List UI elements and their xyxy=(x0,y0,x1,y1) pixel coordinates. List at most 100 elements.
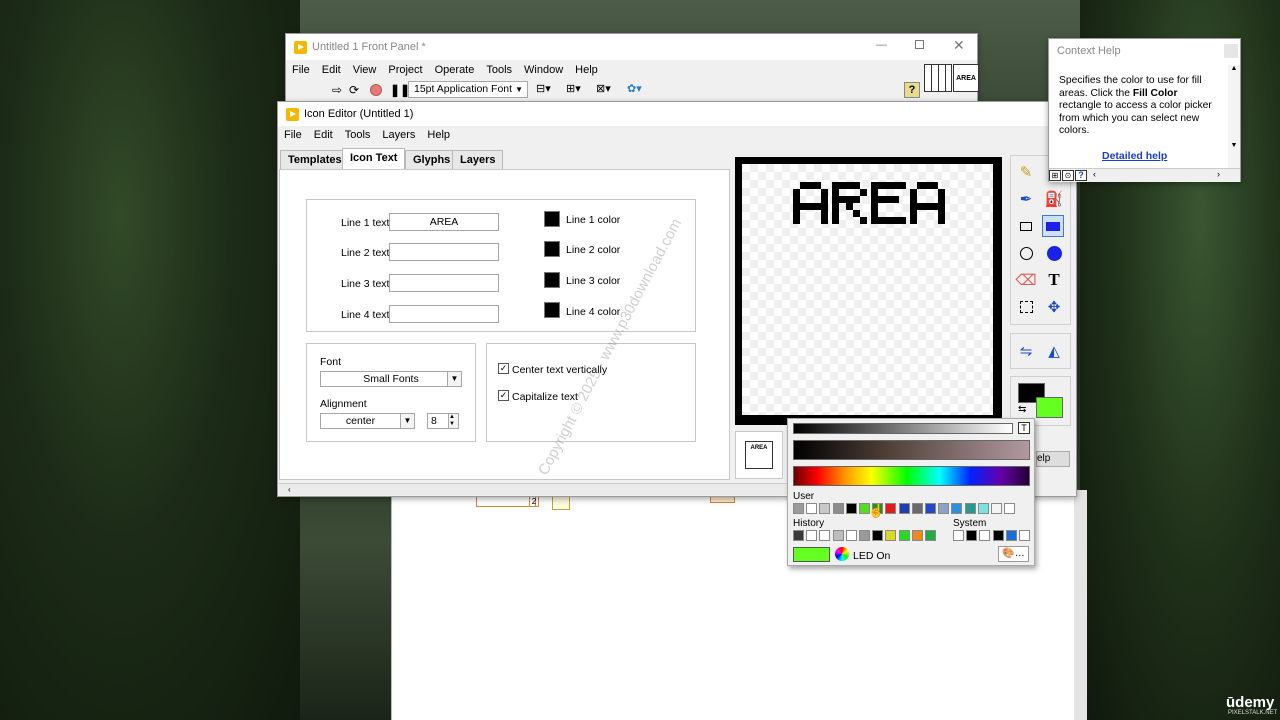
connector-pane-icon[interactable] xyxy=(924,64,952,92)
context-help-titlebar[interactable]: Context Help xyxy=(1049,39,1240,63)
line3-color-swatch[interactable] xyxy=(544,272,560,288)
menu-operate[interactable]: Operate xyxy=(435,64,475,76)
menu-window[interactable]: Window xyxy=(524,64,563,76)
stepper-arrows-icon[interactable]: ▲ ▼ xyxy=(448,414,458,428)
system-color-swatch[interactable] xyxy=(966,530,978,541)
user-color-swatch[interactable] xyxy=(991,503,1002,514)
user-color-swatch[interactable] xyxy=(898,503,910,514)
numeric-constant[interactable]: 2 xyxy=(529,496,539,507)
multiply-node[interactable] xyxy=(552,496,570,510)
color-picker-popup[interactable]: T User History System LED On 🎨… xyxy=(787,418,1035,566)
front-panel-titlebar[interactable]: Untitled 1 Front Panel * — ✕ xyxy=(286,34,977,60)
tab-templates[interactable]: Templates xyxy=(280,150,350,170)
menu-layers[interactable]: Layers xyxy=(382,129,415,141)
reorder-icon[interactable]: ✿▾ xyxy=(627,82,642,95)
filled-ellipse-icon[interactable] xyxy=(1043,242,1065,264)
minimize-icon[interactable]: — xyxy=(876,39,887,51)
color-wheel-icon[interactable] xyxy=(835,547,849,561)
user-color-swatch[interactable] xyxy=(793,503,804,514)
hue-ramp[interactable] xyxy=(793,466,1030,486)
line4-text-input[interactable] xyxy=(389,305,499,323)
icon-editor-titlebar[interactable]: Icon Editor (Untitled 1) xyxy=(278,102,1076,126)
line1-color-swatch[interactable] xyxy=(544,211,560,227)
user-color-swatch[interactable] xyxy=(885,503,897,514)
user-color-swatch[interactable] xyxy=(925,503,936,514)
context-help-button-icon[interactable]: ? xyxy=(904,82,920,98)
text-tool-icon[interactable]: T xyxy=(1043,269,1065,291)
history-color-swatch[interactable] xyxy=(832,530,844,541)
tab-glyphs[interactable]: Glyphs xyxy=(405,150,459,170)
system-color-swatch[interactable] xyxy=(1005,530,1017,541)
user-color-swatch[interactable] xyxy=(964,503,976,514)
history-color-swatch[interactable] xyxy=(911,530,923,541)
system-color-swatch[interactable] xyxy=(992,530,1004,541)
menu-tools[interactable]: Tools xyxy=(345,129,371,141)
lock-icon[interactable]: ⊞ xyxy=(1049,170,1061,181)
editor-hscrollbar[interactable]: ‹ xyxy=(279,483,789,495)
history-color-swatch[interactable] xyxy=(898,530,910,541)
swap-colors-icon[interactable]: ⇆ xyxy=(1018,404,1026,415)
user-color-swatch[interactable] xyxy=(845,503,857,514)
line4-color-swatch[interactable] xyxy=(544,302,560,318)
menu-help[interactable]: Help xyxy=(575,64,598,76)
font-dropdown[interactable]: Small Fonts ▼ xyxy=(320,371,462,387)
transparent-icon[interactable]: T xyxy=(1018,422,1030,434)
history-color-swatch[interactable] xyxy=(885,530,897,541)
pencil-icon[interactable]: ✎ xyxy=(1015,161,1037,183)
history-color-swatch[interactable] xyxy=(819,530,831,541)
more-colors-icon[interactable]: 🎨… xyxy=(998,546,1029,562)
flip-horizontal-icon[interactable]: ⇋ xyxy=(1015,340,1037,362)
ellipse-icon[interactable] xyxy=(1015,242,1037,264)
context-help-vscrollbar[interactable]: ▲ ▼ xyxy=(1228,65,1240,169)
menu-project[interactable]: Project xyxy=(388,64,422,76)
front-panel-window[interactable]: Untitled 1 Front Panel * — ✕ File Edit V… xyxy=(285,33,979,103)
tab-layers[interactable]: Layers xyxy=(452,150,504,170)
user-color-swatch[interactable] xyxy=(977,503,989,514)
menu-edit[interactable]: Edit xyxy=(322,64,341,76)
line2-color-swatch[interactable] xyxy=(544,241,560,257)
font-size-stepper[interactable]: 8 ▲ ▼ xyxy=(427,413,459,429)
user-color-swatch[interactable] xyxy=(1004,503,1016,514)
capitalize-checkbox[interactable]: ✓ xyxy=(498,390,509,401)
help-question-icon[interactable]: ? xyxy=(1075,170,1087,181)
move-icon[interactable]: ✥ xyxy=(1043,296,1065,318)
system-color-swatch[interactable] xyxy=(979,530,991,541)
center-vertically-checkbox[interactable]: ✓ xyxy=(498,363,509,374)
rectangle-icon[interactable] xyxy=(1015,215,1037,237)
vi-icon-preview[interactable]: AREA xyxy=(953,64,979,92)
scroll-left-icon[interactable]: ‹ xyxy=(1093,169,1096,179)
history-color-swatch[interactable] xyxy=(872,530,884,541)
run-arrow-icon[interactable]: ⇨ xyxy=(332,83,342,97)
user-color-swatch[interactable] xyxy=(806,503,818,514)
history-color-swatch[interactable] xyxy=(925,530,936,541)
shade-ramp[interactable] xyxy=(793,440,1030,460)
distribute-objects-icon[interactable]: ⊞▾ xyxy=(566,82,581,95)
history-color-swatch[interactable] xyxy=(845,530,857,541)
block-diagram-scrollbar[interactable] xyxy=(1074,490,1087,720)
rotate-icon[interactable]: ◭ xyxy=(1043,340,1065,362)
line3-text-input[interactable] xyxy=(389,274,499,292)
scroll-right-icon[interactable]: › xyxy=(1217,169,1220,179)
menu-help[interactable]: Help xyxy=(427,129,450,141)
fill-bucket-icon[interactable]: ⛽ xyxy=(1043,188,1065,210)
detailed-help-link[interactable]: Detailed help xyxy=(1102,150,1167,162)
close-icon[interactable]: ✕ xyxy=(953,37,965,54)
user-color-swatch[interactable] xyxy=(819,503,831,514)
filled-rectangle-icon[interactable] xyxy=(1042,215,1064,237)
alignment-dropdown[interactable]: center ▼ xyxy=(320,413,415,429)
user-color-swatch[interactable] xyxy=(832,503,844,514)
history-color-swatch[interactable] xyxy=(859,530,870,541)
menu-file[interactable]: File xyxy=(284,129,302,141)
resize-objects-icon[interactable]: ⊠▾ xyxy=(596,82,611,95)
line2-text-input[interactable] xyxy=(389,243,499,261)
run-continuously-icon[interactable]: ⟳ xyxy=(349,83,359,97)
eyedropper-icon[interactable]: ✒ xyxy=(1015,188,1037,210)
user-color-swatch[interactable] xyxy=(951,503,963,514)
history-color-swatch[interactable] xyxy=(793,530,804,541)
menu-file[interactable]: File xyxy=(292,64,310,76)
line1-text-input[interactable]: AREA xyxy=(389,213,499,231)
system-color-swatch[interactable] xyxy=(1019,530,1030,541)
user-color-swatch[interactable] xyxy=(938,503,950,514)
close-icon[interactable] xyxy=(1224,44,1238,58)
fill-color-swatch[interactable] xyxy=(1036,397,1063,418)
